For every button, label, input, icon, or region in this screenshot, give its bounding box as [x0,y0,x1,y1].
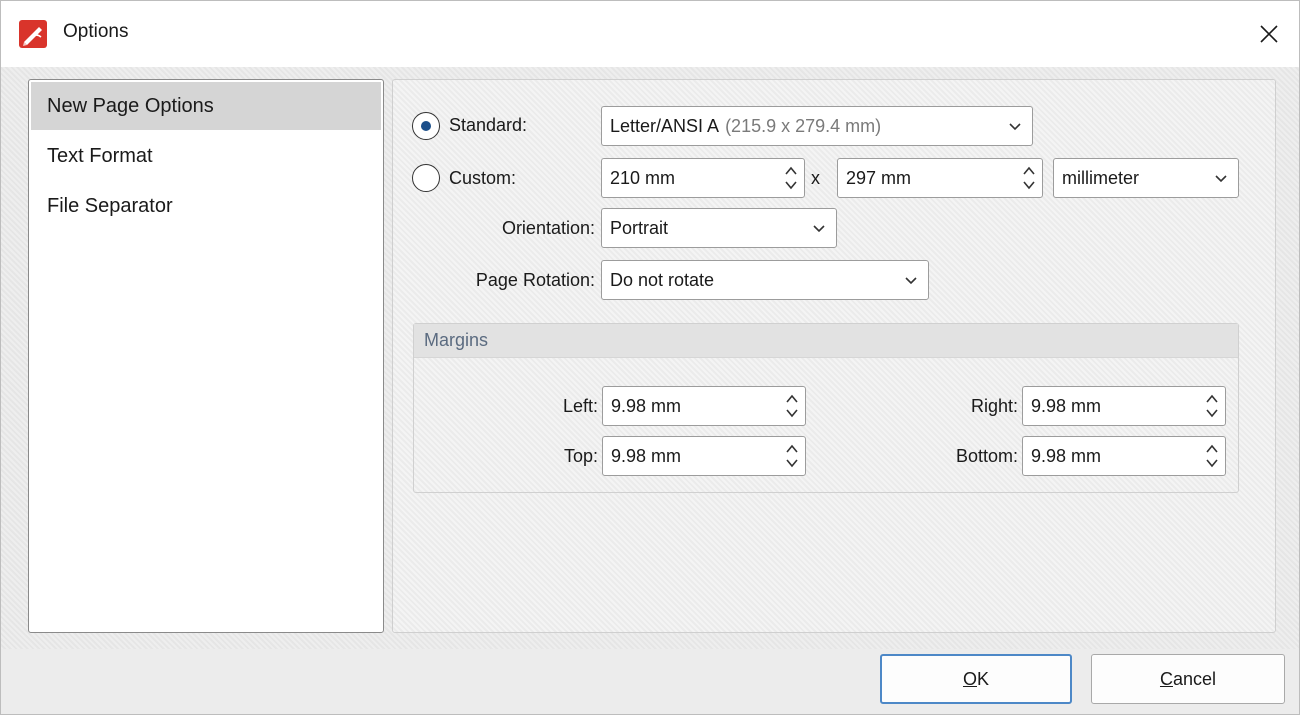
margin-top-label: Top: [563,446,598,466]
custom-width-value: 210 mm [610,167,676,188]
options-dialog: Options New Page Options Text Format Fil… [0,0,1300,715]
category-item-label: Text Format [47,144,153,167]
cancel-label-rest: ancel [1172,668,1217,689]
margin-left-value: 9.98 mm [611,395,682,416]
chevron-down-icon [1009,123,1021,131]
spinner-arrows-icon[interactable] [784,163,798,193]
unit-value: millimeter [1062,167,1140,188]
category-item-text-format[interactable]: Text Format [31,132,381,180]
pdf-editor-app-icon [19,20,47,48]
spinner-arrows-icon[interactable] [785,441,799,471]
spinner-arrows-icon[interactable] [785,391,799,421]
chevron-down-icon [905,277,917,285]
custom-height-value: 297 mm [846,167,912,188]
close-icon [1260,25,1278,43]
cancel-button[interactable]: Cancel [1091,654,1285,704]
margin-left-input[interactable]: 9.98 mm [602,386,806,426]
standard-size-detail: (215.9 x 279.4 mm) [725,115,882,136]
cancel-mnemonic: C [1159,668,1173,689]
title-bar: Options [1,1,1299,67]
custom-size-radio[interactable] [412,164,440,192]
custom-width-input[interactable]: 210 mm [601,158,805,198]
margins-group-title: Margins [414,324,1238,358]
margin-right-label: Right: [970,396,1018,416]
margin-bottom-label: Bottom: [955,446,1018,466]
margins-group: Margins Left: 9.98 mm Top: 9.98 mm Right… [413,323,1239,493]
margin-left-label: Left: [562,396,598,416]
standard-size-radio[interactable] [412,112,440,140]
page-rotation-label: Page Rotation: [475,270,595,290]
spinner-arrows-icon[interactable] [1205,391,1219,421]
margin-top-value: 9.98 mm [611,445,682,466]
margin-right-input[interactable]: 9.98 mm [1022,386,1226,426]
options-category-list: New Page Options Text Format File Separa… [28,79,384,633]
orientation-dropdown[interactable]: Portrait [601,208,837,248]
custom-label: Custom: [449,168,517,188]
ok-mnemonic: O [962,668,977,689]
standard-label: Standard: [449,115,528,135]
dialog-content: New Page Options Text Format File Separa… [1,67,1299,649]
spinner-arrows-icon[interactable] [1205,441,1219,471]
category-item-file-separator[interactable]: File Separator [31,182,381,230]
close-button[interactable] [1239,1,1299,67]
ok-button[interactable]: OK [880,654,1072,704]
category-item-label: New Page Options [47,94,214,117]
margin-bottom-input[interactable]: 9.98 mm [1022,436,1226,476]
orientation-label: Orientation: [501,218,595,238]
window-title: Options [63,21,129,42]
new-page-options-panel: Standard: Letter/ANSI A (215.9 x 279.4 m… [392,79,1276,633]
category-item-label: File Separator [47,194,173,217]
page-rotation-dropdown[interactable]: Do not rotate [601,260,929,300]
margin-right-value: 9.98 mm [1031,395,1102,416]
standard-size-value: Letter/ANSI A [610,115,720,136]
category-item-new-page-options[interactable]: New Page Options [31,82,381,130]
chevron-down-icon [813,225,825,233]
spinner-arrows-icon[interactable] [1022,163,1036,193]
unit-dropdown[interactable]: millimeter [1053,158,1239,198]
times-label: x [811,168,820,188]
chevron-down-icon [1215,175,1227,183]
custom-height-input[interactable]: 297 mm [837,158,1043,198]
page-rotation-value: Do not rotate [610,269,715,290]
orientation-value: Portrait [610,217,669,238]
margin-top-input[interactable]: 9.98 mm [602,436,806,476]
standard-size-dropdown[interactable]: Letter/ANSI A (215.9 x 279.4 mm) [601,106,1033,146]
margin-bottom-value: 9.98 mm [1031,445,1102,466]
ok-label-rest: K [977,668,990,689]
